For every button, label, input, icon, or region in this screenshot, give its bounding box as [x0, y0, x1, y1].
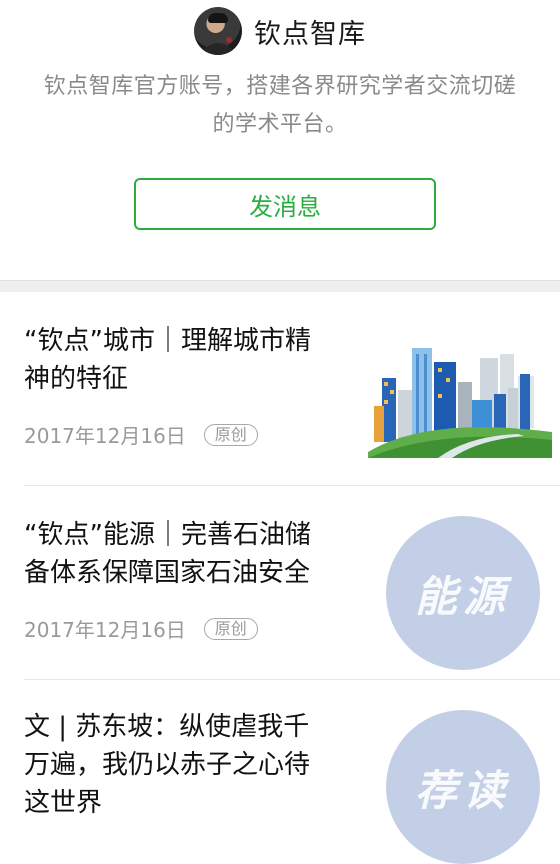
city-skyline-thumbnail[interactable]: [368, 344, 552, 458]
article-title-line-3: 这世界: [24, 788, 103, 818]
article-title-line-2: 备体系保障国家石油安全: [24, 558, 311, 588]
account-name-row: 钦点智库: [0, 6, 560, 56]
article-title-line-1: “钦点”城市｜理解城市精: [24, 326, 311, 356]
original-badge: 原创: [203, 617, 258, 640]
account-name: 钦点智库: [254, 18, 366, 50]
energy-thumbnail[interactable]: 能源: [386, 516, 540, 670]
article-date: 2017年12月16日: [24, 618, 186, 642]
article-title-line-2: 万遍，我仍以赤子之心待: [24, 750, 311, 780]
article-item-energy[interactable]: “钦点”能源｜完善石油储 备体系保障国家石油安全 2017年12月16日 原创 …: [0, 486, 560, 680]
article-title-line-1: 文 | 苏东坡：纵使虐我千: [24, 712, 310, 742]
account-description-line-2: 的学术平台。: [212, 112, 348, 137]
article-item-city[interactable]: “钦点”城市｜理解城市精 神的特征 2017年12月16日 原创: [0, 292, 560, 486]
article-title[interactable]: “钦点”城市｜理解城市精 神的特征: [24, 322, 350, 398]
article-title[interactable]: “钦点”能源｜完善石油储 备体系保障国家石油安全: [24, 516, 350, 592]
city-skyline-illustration-icon: [368, 344, 552, 458]
article-title[interactable]: 文 | 苏东坡：纵使虐我千 万遍，我仍以赤子之心待 这世界: [24, 708, 350, 822]
energy-calligraphy-text: 能源: [414, 571, 511, 621]
article-title-line-1: “钦点”能源｜完善石油储: [24, 520, 311, 550]
avatar-hair: [208, 13, 228, 23]
send-message-button[interactable]: 发消息: [134, 178, 436, 230]
recommended-reading-calligraphy-text: 荐读: [414, 765, 511, 815]
recommended-reading-thumbnail[interactable]: 荐读: [386, 710, 540, 864]
avatar[interactable]: [194, 7, 242, 55]
account-profile-header: 钦点智库 钦点智库官方账号，搭建各界研究学者交流切磋 的学术平台。 发消息: [0, 0, 560, 280]
article-item-su-dongpo[interactable]: 文 | 苏东坡：纵使虐我千 万遍，我仍以赤子之心待 这世界 荐读: [0, 680, 560, 864]
article-title-line-2: 神的特征: [24, 364, 129, 394]
article-meta: 2017年12月16日 原创: [24, 614, 258, 643]
article-meta: 2017年12月16日 原创: [24, 420, 258, 449]
avatar-shirt: [200, 43, 236, 55]
original-badge: 原创: [203, 423, 258, 446]
avatar-microphone: [226, 37, 232, 43]
article-date: 2017年12月16日: [24, 424, 186, 448]
account-description: 钦点智库官方账号，搭建各界研究学者交流切磋 的学术平台。: [30, 68, 530, 144]
account-description-line-1: 钦点智库官方账号，搭建各界研究学者交流切磋: [43, 74, 517, 99]
